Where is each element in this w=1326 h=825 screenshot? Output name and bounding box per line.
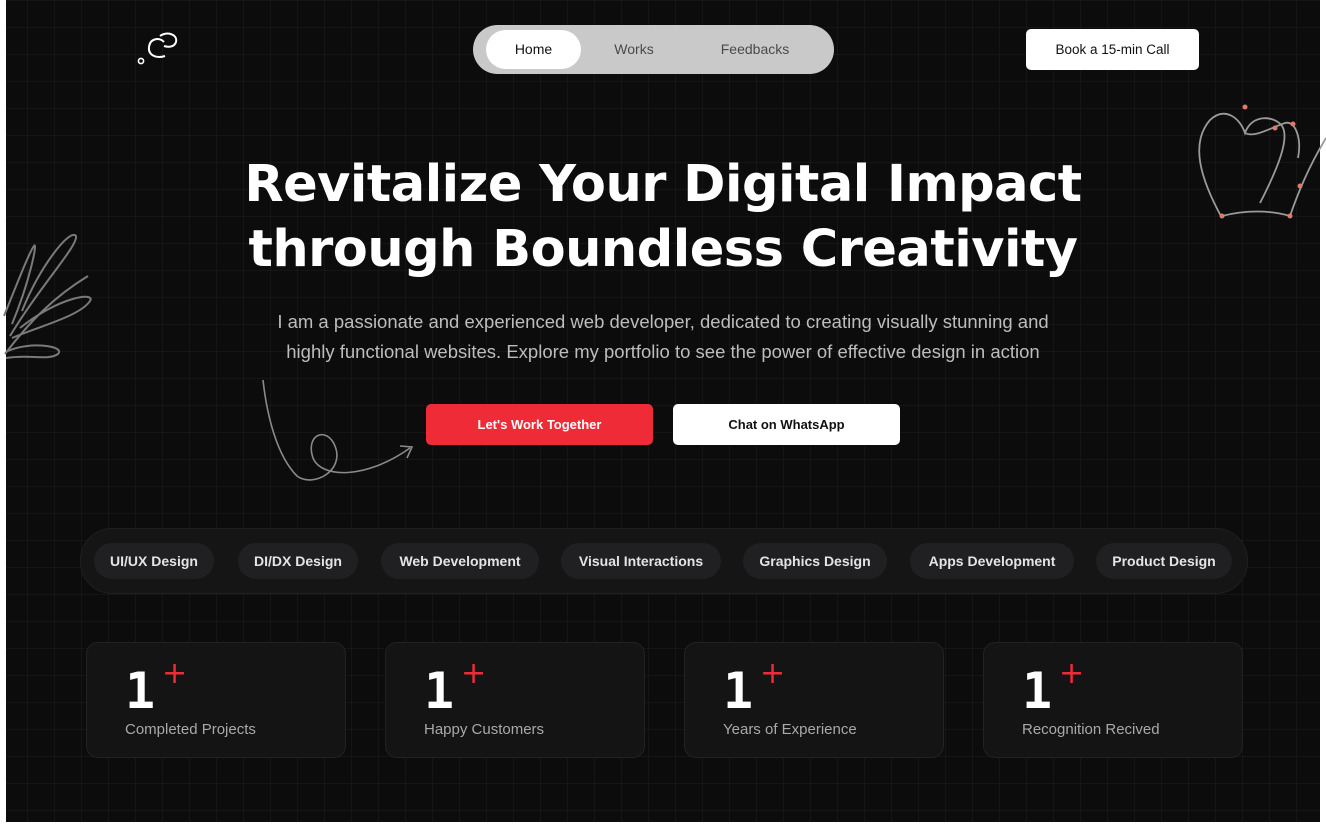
hero-subtitle-line-1: I am a passionate and experienced web de… <box>277 311 1049 332</box>
curly-arrow-icon <box>262 379 414 481</box>
stat-suffix: + <box>1059 656 1085 691</box>
stat-card-experience: 1 + Years of Experience <box>684 642 944 758</box>
stat-value: 1 <box>125 662 156 720</box>
work-together-button[interactable]: Let's Work Together <box>426 404 653 445</box>
book-call-button[interactable]: Book a 15-min Call <box>1026 29 1199 70</box>
stat-label: Recognition Recived <box>1022 721 1160 738</box>
stat-card-customers: 1 + Happy Customers <box>385 642 645 758</box>
stat-card-recognition: 1 + Recognition Recived <box>983 642 1243 758</box>
chat-whatsapp-button[interactable]: Chat on WhatsApp <box>673 404 900 445</box>
stat-label: Years of Experience <box>723 721 857 738</box>
hero-subtitle-line-2: highly functional websites. Explore my p… <box>286 341 1040 362</box>
main-navigation: Home Works Feedbacks <box>473 25 834 74</box>
skill-chip-visual-interactions[interactable]: Visual Interactions <box>561 543 721 579</box>
stat-value: 1 <box>1022 662 1053 720</box>
skill-chip-web-development[interactable]: Web Development <box>381 543 539 579</box>
leaf-doodle-icon <box>3 233 92 359</box>
stat-card-projects: 1 + Completed Projects <box>86 642 346 758</box>
hero-title-line-1: Revitalize Your Digital Impact <box>244 155 1082 214</box>
nav-home[interactable]: Home <box>486 30 581 69</box>
brand-logo-icon[interactable] <box>134 28 182 68</box>
nav-works[interactable]: Works <box>586 30 682 69</box>
skill-chip-graphics-design[interactable]: Graphics Design <box>743 543 887 579</box>
stat-value: 1 <box>424 662 455 720</box>
skill-chip-uiux[interactable]: UI/UX Design <box>94 543 214 579</box>
stat-label: Completed Projects <box>125 721 256 738</box>
stat-label: Happy Customers <box>424 721 545 738</box>
stat-suffix: + <box>461 656 487 691</box>
hero-title-line-2: through Boundless Creativity <box>248 220 1078 279</box>
skill-chip-apps-development[interactable]: Apps Development <box>910 543 1074 579</box>
page-frame-left <box>0 0 6 825</box>
stat-value: 1 <box>723 662 754 720</box>
hero-subtitle: I am a passionate and experienced web de… <box>150 307 1176 367</box>
stat-suffix: + <box>162 656 188 691</box>
skill-chip-product-design[interactable]: Product Design <box>1096 543 1232 579</box>
hero-title: Revitalize Your Digital Impact through B… <box>150 152 1176 282</box>
heart-doodle-icon <box>1198 104 1326 219</box>
skills-strip: UI/UX Design DI/DX Design Web Developmen… <box>80 528 1248 594</box>
skill-chip-didx[interactable]: DI/DX Design <box>238 543 358 579</box>
nav-feedbacks[interactable]: Feedbacks <box>691 30 819 69</box>
stat-suffix: + <box>760 656 786 691</box>
